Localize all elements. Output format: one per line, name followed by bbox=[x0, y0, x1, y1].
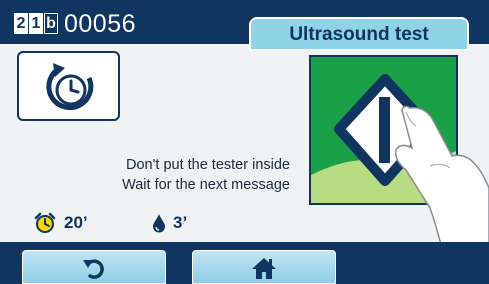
water-drop-icon bbox=[153, 214, 165, 233]
back-arrow-icon bbox=[83, 259, 104, 279]
program-digit: 1 bbox=[29, 13, 43, 34]
timer-value: 20’ bbox=[64, 213, 88, 232]
back-button[interactable] bbox=[22, 250, 166, 284]
message-line: Don't put the tester inside bbox=[126, 157, 290, 173]
program-digit: b bbox=[44, 13, 58, 34]
cycle-clock-icon bbox=[46, 63, 94, 111]
water-value: 3’ bbox=[173, 213, 188, 232]
home-button[interactable] bbox=[192, 250, 336, 284]
home-icon bbox=[252, 258, 276, 279]
cycle-number: 00056 bbox=[64, 10, 137, 38]
timer-readout: 20’ bbox=[34, 210, 88, 236]
instruction-message: Don't put the tester inside Wait for the… bbox=[60, 155, 290, 195]
device-screen: 2 1 b 00056 Ultrasound test Don't put th… bbox=[0, 0, 489, 284]
alarm-clock-icon bbox=[34, 212, 56, 233]
page-title: Ultrasound test bbox=[249, 17, 469, 51]
cycle-icon-box bbox=[17, 51, 120, 121]
water-readout: 3’ bbox=[152, 210, 187, 236]
program-digit: 2 bbox=[14, 13, 28, 34]
message-line: Wait for the next message bbox=[122, 177, 290, 193]
program-id: 2 1 b bbox=[14, 13, 58, 34]
